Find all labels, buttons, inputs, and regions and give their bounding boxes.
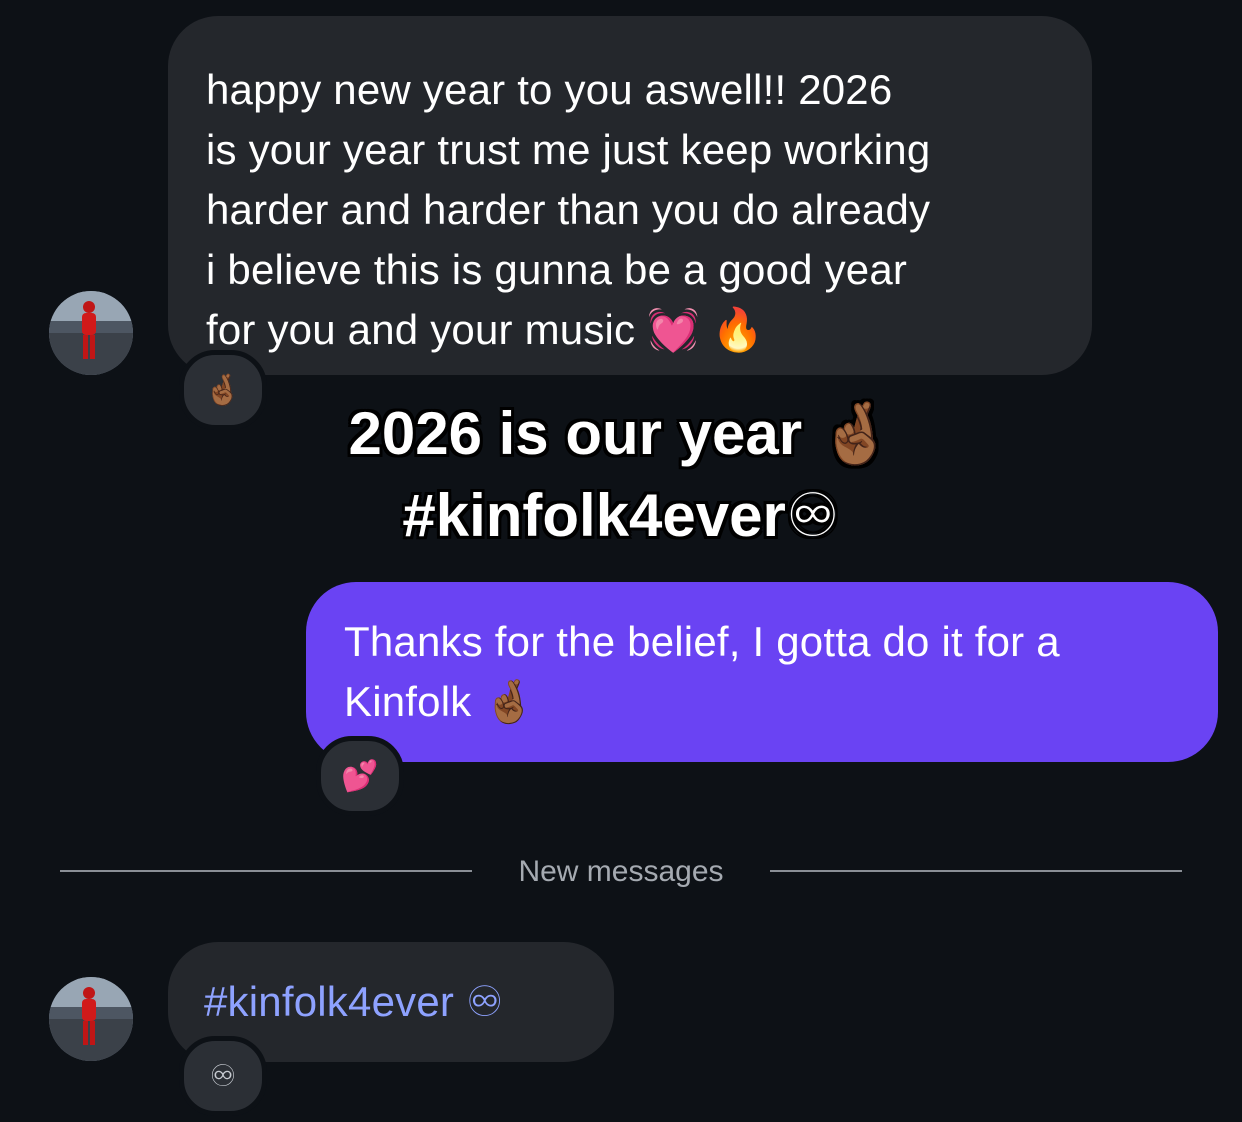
message-bubble-incoming[interactable]: happy new year to you aswell!! 2026 is y… (168, 16, 1092, 375)
message-line: is your year trust me just keep working (206, 126, 931, 173)
message-line: harder and harder than you do already (206, 186, 931, 233)
sender-avatar[interactable] (49, 977, 133, 1061)
reaction-emoji: ♾ (209, 1058, 237, 1094)
reaction-emoji: 💕 (341, 758, 379, 794)
user-avatar-photo-icon (49, 291, 133, 375)
message-bubble-outgoing[interactable]: Thanks for the belief, I gotta do it for… (306, 582, 1218, 762)
message-line: Thanks for the belief, I gotta do it for… (344, 618, 1060, 665)
video-caption-line-1: 2026 is our year 🤞🏾 (348, 400, 894, 467)
user-avatar-photo-icon (49, 977, 133, 1061)
hashtag-link[interactable]: #kinfolk4ever ♾ (204, 972, 584, 1032)
message-reaction[interactable]: ♾ (179, 1036, 267, 1116)
video-caption-line-2: #kinfolk4ever♾ (402, 482, 840, 549)
message-line: Kinfolk 🤞🏾 (344, 678, 536, 725)
message-line: i believe this is gunna be a good year (206, 246, 908, 293)
message-reaction[interactable]: 💕 (316, 736, 404, 816)
message-line: for you and your music 💓 🔥 (206, 306, 764, 353)
divider-line-right (770, 870, 1182, 872)
message-line: happy new year to you aswell!! 2026 (206, 66, 893, 113)
sender-avatar[interactable] (49, 291, 133, 375)
new-messages-label: New messages (518, 855, 724, 888)
